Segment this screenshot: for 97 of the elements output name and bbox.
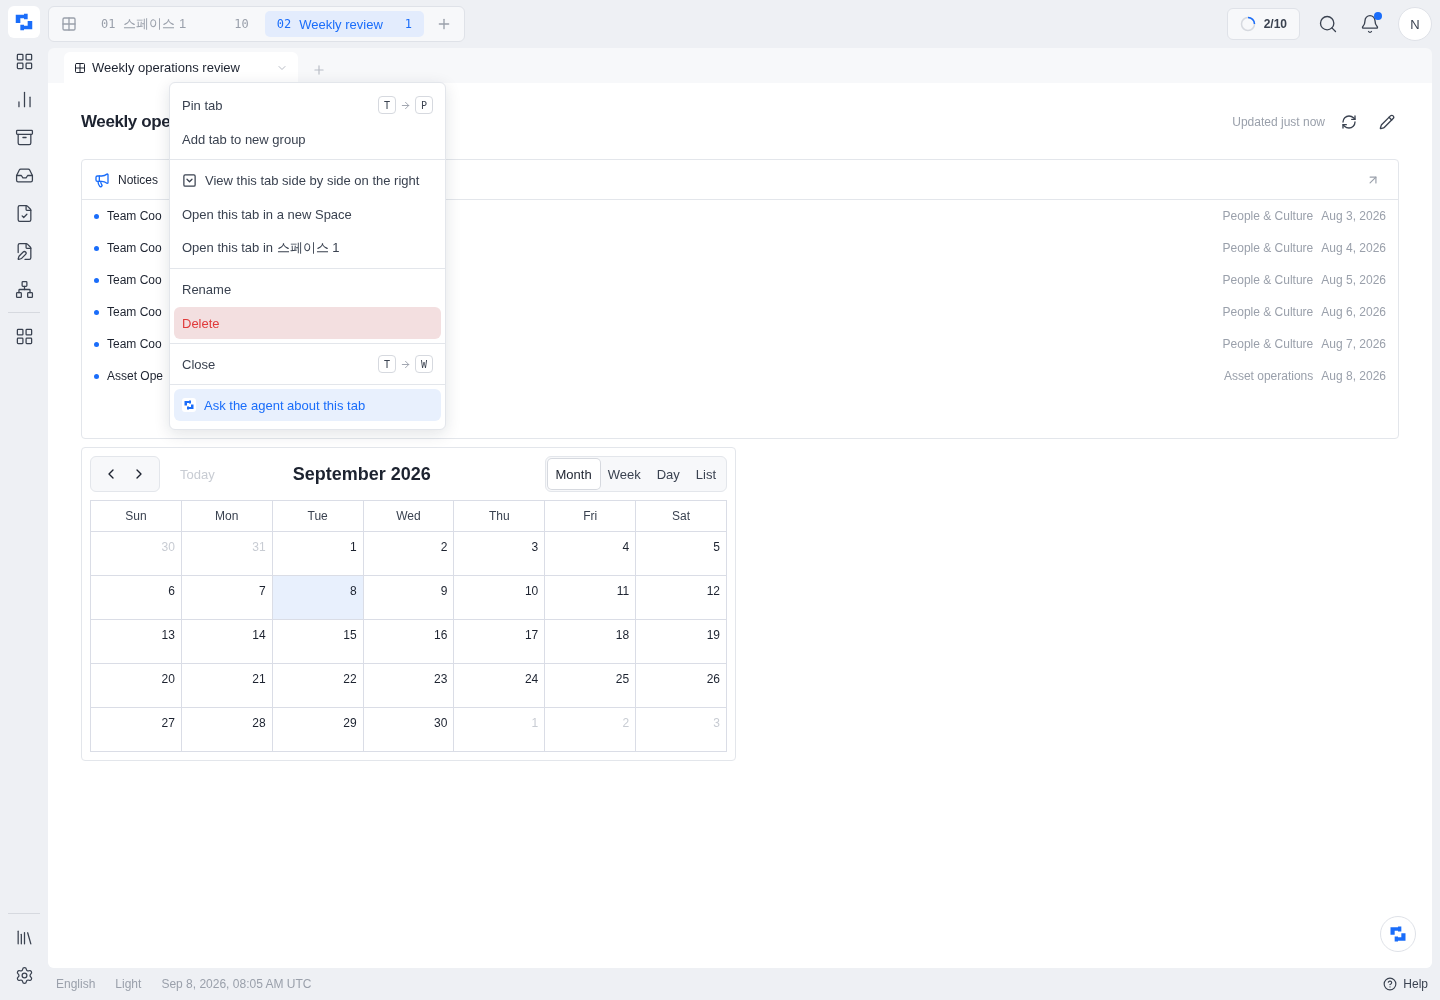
day-cell[interactable]: 20 [91, 664, 182, 708]
bullet-icon [94, 373, 99, 379]
day-cell[interactable]: 22 [272, 664, 364, 708]
day-cell[interactable]: 9 [363, 576, 455, 620]
bullet-icon [94, 341, 99, 347]
menu-item[interactable]: Open this tab in 스페이스 1 [174, 232, 441, 264]
notice-title[interactable]: Team Coo [107, 305, 162, 319]
day-cell[interactable]: 26 [636, 664, 727, 708]
bullet-icon [94, 245, 99, 251]
weekday-header: Sat [636, 501, 727, 532]
day-cell[interactable]: 27 [91, 708, 182, 752]
megaphone-icon [94, 171, 110, 188]
day-cell[interactable]: 10 [454, 576, 546, 620]
notice-date: Aug 4, 2026 [1321, 241, 1386, 255]
menu-item[interactable]: Rename [174, 273, 441, 305]
weekday-header: Tue [272, 501, 364, 532]
view-tab[interactable]: Month [547, 459, 600, 489]
view-tab[interactable]: Week [599, 459, 649, 489]
day-cell[interactable]: 7 [181, 576, 273, 620]
key-cap: W [415, 355, 433, 373]
datetime-label: Sep 8, 2026, 08:05 AM UTC [161, 977, 312, 991]
day-cell[interactable]: 23 [363, 664, 455, 708]
menu-item[interactable]: Ask the agent about this tab [174, 389, 441, 421]
logo-icon [13, 11, 35, 33]
day-cell[interactable]: 8 [272, 576, 364, 620]
notice-category: Asset operations [1223, 369, 1314, 383]
day-cell[interactable]: 15 [272, 620, 364, 664]
notice-date: Aug 5, 2026 [1321, 273, 1386, 287]
bullet-icon [94, 309, 99, 315]
menu-item[interactable]: View this tab side by side on the right [174, 164, 441, 196]
spinner-icon [1239, 16, 1256, 32]
bullet-icon [94, 277, 99, 283]
help-icon [1383, 977, 1398, 991]
day-cell[interactable]: 6 [91, 576, 182, 620]
day-cell[interactable]: 18 [545, 620, 637, 664]
notice-category: People & Culture [1222, 209, 1314, 223]
notice-date: Aug 8, 2026 [1321, 369, 1386, 383]
notice-title[interactable]: Team Coo [107, 273, 162, 287]
updated-label: Updated just now [1232, 115, 1325, 129]
progress-count: 2/10 [1263, 17, 1287, 31]
arrow-right-icon [400, 358, 411, 370]
day-cell[interactable]: 16 [363, 620, 455, 664]
logo-icon [182, 398, 196, 412]
day-cell[interactable]: 29 [272, 708, 364, 752]
menu-item[interactable]: Pin tab T P [174, 89, 441, 121]
notice-title[interactable]: Team Coo [107, 209, 162, 223]
view-tab[interactable]: List [687, 459, 724, 489]
menu-item[interactable]: Open this tab in a new Space [174, 198, 441, 230]
arrow-right-icon [400, 99, 411, 111]
notice-title[interactable]: Team Coo [107, 337, 162, 351]
space-tab[interactable]: 02 Weekly review 1 [264, 11, 424, 37]
day-cell[interactable]: 21 [181, 664, 273, 708]
day-cell[interactable]: 14 [181, 620, 273, 664]
day-cell[interactable]: 24 [454, 664, 546, 708]
view-tab[interactable]: Day [648, 459, 688, 489]
day-cell[interactable]: 28 [181, 708, 273, 752]
weekday-header: Mon [181, 501, 273, 532]
avatar[interactable]: N [1398, 7, 1432, 41]
split-view-icon [182, 172, 197, 188]
notice-date: Aug 6, 2026 [1321, 305, 1386, 319]
calendar-title: September 2026 [292, 463, 431, 485]
notice-date: Aug 7, 2026 [1321, 337, 1386, 351]
key-cap: T [378, 96, 396, 114]
day-cell[interactable]: 30 [363, 708, 455, 752]
app-logo[interactable] [8, 6, 40, 38]
notice-title[interactable]: Asset Ope [107, 369, 164, 383]
notice-category: People & Culture [1222, 305, 1314, 319]
day-cell[interactable]: 11 [545, 576, 637, 620]
weekday-header: Wed [363, 501, 455, 532]
menu-item[interactable]: Add tab to new group [174, 123, 441, 155]
day-cell[interactable]: 3 [454, 532, 546, 576]
logo-icon [1388, 924, 1408, 944]
day-cell[interactable]: 12 [636, 576, 727, 620]
day-cell[interactable]: 25 [545, 664, 637, 708]
notice-category: People & Culture [1222, 337, 1314, 351]
day-cell[interactable]: 13 [91, 620, 182, 664]
day-cell[interactable]: 17 [454, 620, 546, 664]
key-cap: T [378, 355, 396, 373]
weekday-header: Thu [454, 501, 546, 532]
weekday-header: Fri [545, 501, 637, 532]
notice-category: People & Culture [1222, 241, 1314, 255]
notice-title[interactable]: Team Coo [107, 241, 162, 255]
day-cell[interactable]: 2 [363, 532, 455, 576]
weekday-header: Sun [91, 501, 182, 532]
notice-date: Aug 3, 2026 [1321, 209, 1386, 223]
help-button[interactable]: Help [1377, 976, 1432, 992]
menu-item[interactable]: Close T W [174, 348, 441, 380]
notices-title: Notices [118, 172, 158, 187]
notice-category: People & Culture [1222, 273, 1314, 287]
key-cap: P [415, 96, 433, 114]
day-cell[interactable]: 4 [545, 532, 637, 576]
grid-icon [74, 61, 86, 74]
bullet-icon [94, 213, 99, 219]
day-cell[interactable]: 5 [636, 532, 727, 576]
page-tab[interactable]: Weekly operations review [64, 52, 298, 83]
page-title: Weekly ope [81, 112, 171, 132]
day-cell[interactable]: 19 [636, 620, 727, 664]
